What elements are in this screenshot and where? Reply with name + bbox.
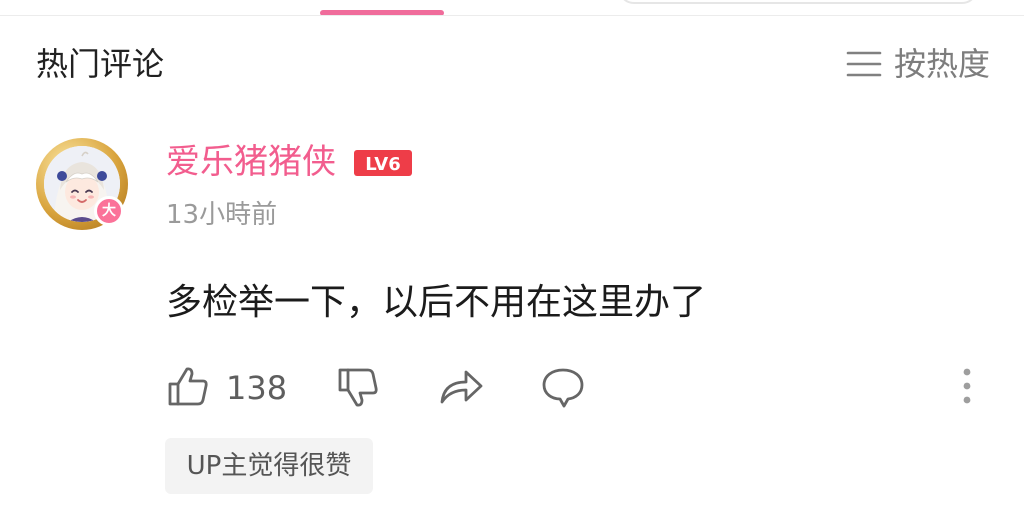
- top-tab-bar: [0, 0, 1024, 16]
- section-title: 热门评论: [36, 45, 165, 83]
- timestamp: 13小時前: [166, 200, 278, 230]
- thumbs-down-icon[interactable]: [336, 366, 380, 410]
- thumbs-up-icon[interactable]: [166, 364, 210, 408]
- speech-bubble-icon[interactable]: [540, 366, 586, 408]
- comment-text: 多检举一下，以后不用在这里办了: [166, 282, 707, 323]
- comment-page: 热门评论 按热度 大 爱乐猪猪侠 LV6 13小時前 多检举一下，以后不用在这里…: [0, 0, 1024, 512]
- list-sort-icon: [846, 51, 882, 77]
- level-badge: LV6: [354, 150, 412, 176]
- avatar-badge: 大: [94, 196, 124, 226]
- divider: [0, 15, 1024, 16]
- up-liked-tag: UP主觉得很赞: [165, 438, 373, 494]
- vertical-dots-icon[interactable]: [956, 366, 978, 406]
- level-badge-text: LV6: [365, 154, 400, 175]
- sort-by-hot-button[interactable]: 按热度: [846, 44, 990, 84]
- username[interactable]: 爱乐猪猪侠: [166, 140, 336, 184]
- sort-label: 按热度: [894, 45, 991, 83]
- share-arrow-icon[interactable]: [438, 366, 484, 406]
- search-bar-edge[interactable]: [618, 0, 978, 4]
- like-count: 138: [226, 369, 288, 407]
